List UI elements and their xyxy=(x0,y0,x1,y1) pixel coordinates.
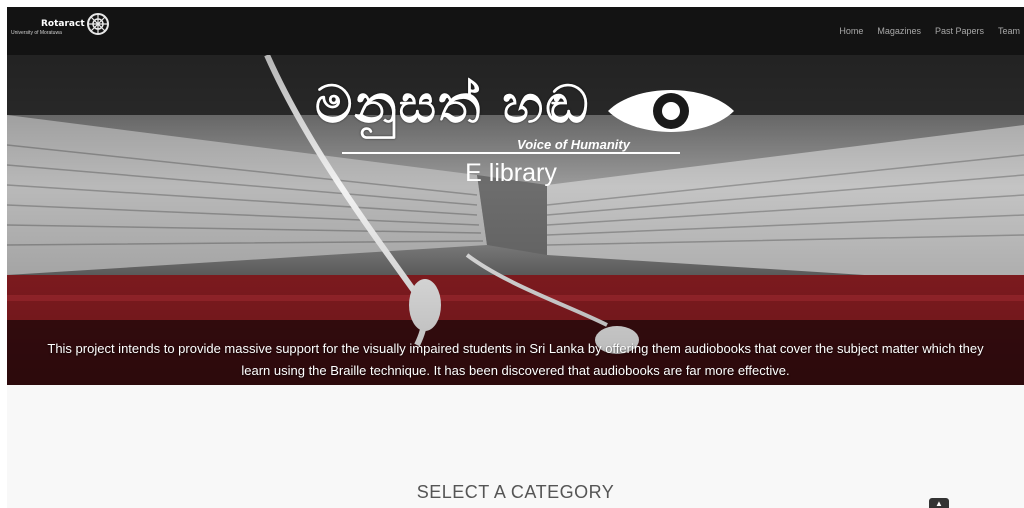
nav-team[interactable]: Team xyxy=(998,26,1020,36)
logo-sinhala-text: මනුසත් හඬ xyxy=(315,75,591,135)
main-nav: Home Magazines Past Papers Team xyxy=(839,26,1020,36)
page: Rotaract University of Moratuwa Home Mag… xyxy=(7,7,1024,508)
logo-divider xyxy=(342,152,680,154)
hero-subtitle: E library xyxy=(465,159,557,187)
nav-home[interactable]: Home xyxy=(839,26,863,36)
rotary-wheel-icon xyxy=(87,13,109,35)
brand-name: Rotaract xyxy=(41,19,85,29)
section-title: SELECT A CATEGORY xyxy=(416,482,615,502)
back-to-top-button[interactable]: ▲ xyxy=(929,498,949,508)
nav-past-papers[interactable]: Past Papers xyxy=(935,26,984,36)
nav-magazines[interactable]: Magazines xyxy=(877,26,921,36)
brand-subtitle: University of Moratuwa xyxy=(11,30,62,36)
logo-tagline: Voice of Humanity xyxy=(517,137,630,152)
category-section: SELECT A CATEGORY ▲ xyxy=(7,385,1024,508)
hero-description: This project intends to provide massive … xyxy=(47,341,984,378)
eye-icon xyxy=(608,90,734,132)
navbar: Rotaract University of Moratuwa Home Mag… xyxy=(7,7,1024,55)
chevron-up-icon: ▲ xyxy=(935,499,943,508)
hero-banner: මනුසත් හඬ Voice of Humanity E library Th… xyxy=(7,55,1024,385)
